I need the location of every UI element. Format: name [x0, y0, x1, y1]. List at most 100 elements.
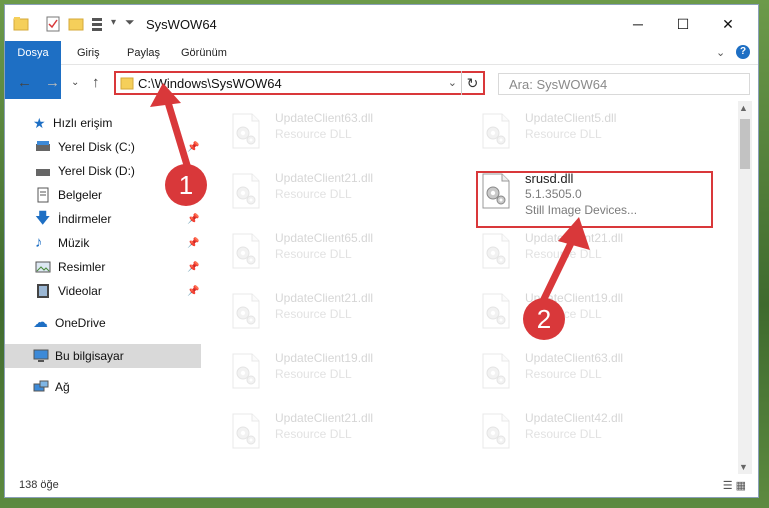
download-icon: 🡇 — [35, 210, 51, 227]
maximize-button[interactable]: ☐ — [661, 11, 705, 37]
file-name: UpdateClient65.dll — [275, 231, 374, 245]
arrow-overlay — [135, 81, 136, 82]
file-list: UpdateClient63.dll Resource DLL UpdateClie… — [165, 101, 737, 474]
address-bar[interactable]: C:\Windows\SysWOW64 ⌄ ↻ — [114, 71, 485, 95]
sidebar-item-onedrive[interactable]: ☁ OneDrive — [5, 311, 201, 335]
sidebar-item-label: Hızlı erişim — [53, 116, 113, 130]
address-dropdown-icon[interactable]: ⌄ — [448, 76, 457, 89]
explorer-window: ▾ ⏷ SysWOW64 ─ ☐ ✕ Dosya Giriş Paylaş Gö… — [4, 4, 759, 498]
sidebar-item-label: Yerel Disk (C:) — [58, 140, 135, 154]
sidebar-item-local-disk-c[interactable]: Yerel Disk (C:) 📌 — [5, 135, 201, 159]
close-icon: ✕ — [722, 15, 734, 32]
drive-icon — [36, 169, 50, 176]
back-button[interactable]: ← — [17, 74, 32, 91]
properties-icon[interactable] — [45, 15, 61, 33]
up-button[interactable]: ↑ — [92, 74, 100, 91]
file-item[interactable]: UpdateClient19.dllResource DLL — [205, 345, 445, 403]
file-item[interactable]: UpdateClient5.dll Resource DLL — [455, 105, 695, 163]
file-item[interactable]: UpdateClient21.dll Resource DLL — [205, 165, 445, 223]
file-description: Resource DLL — [525, 367, 602, 381]
file-item[interactable]: UpdateClient21.dll Resource DLL — [455, 225, 695, 283]
file-name: UpdateClient21.dll — [275, 291, 374, 305]
sidebar-item-label: Yerel Disk (D:) — [58, 164, 135, 178]
status-bar: 138 öğe ☰ ▦ — [5, 475, 758, 497]
dll-file-icon — [482, 113, 510, 149]
minimize-button[interactable]: ─ — [616, 11, 660, 37]
vertical-scrollbar[interactable]: ▲ ▼ — [738, 101, 752, 474]
tab-share[interactable]: Paylaş — [115, 41, 172, 65]
sidebar-item-downloads[interactable]: 🡇 İndirmeler 📌 — [5, 207, 201, 231]
music-icon: ♪ — [35, 234, 43, 251]
item-count: 138 öğe — [19, 479, 59, 491]
pin-icon: 📌 — [187, 213, 200, 225]
recent-locations-icon[interactable]: ⌄ — [71, 77, 79, 88]
file-name: UpdateClient42.dll — [525, 411, 624, 425]
file-item[interactable]: UpdateClient21.dll Resource DLL — [205, 285, 445, 343]
title-bar: ▾ ⏷ SysWOW64 ─ ☐ ✕ — [5, 5, 758, 41]
navigation-bar: ← → ⌄ ↑ C:\Windows\SysWOW64 ⌄ ↻ Ara: Sys… — [5, 65, 758, 101]
expand-ribbon-icon[interactable]: ⌄ — [716, 46, 725, 59]
sidebar-item-this-pc[interactable]: Bu bilgisayar — [5, 344, 201, 368]
file-description: Resource DLL — [275, 307, 352, 321]
sidebar-item-pictures[interactable]: Resimler 📌 — [5, 255, 201, 279]
new-folder-icon[interactable] — [68, 15, 84, 33]
refresh-button[interactable]: ↻ — [461, 71, 483, 95]
pictures-icon — [35, 261, 51, 273]
dll-file-icon — [482, 293, 510, 329]
network-icon — [33, 380, 49, 392]
quick-access-toolbar-icon[interactable]: ⏷ — [125, 15, 135, 30]
scroll-up-icon[interactable]: ▲ — [739, 103, 748, 113]
navigation-pane: ★ Hızlı erişim Yerel Disk (C:) 📌 Yerel D… — [5, 101, 201, 474]
file-description: Resource DLL — [275, 247, 352, 261]
dll-file-icon — [232, 233, 260, 269]
file-item[interactable]: UpdateClient65.dll Resource DLL — [205, 225, 445, 283]
sidebar-item-music[interactable]: ♪ Müzik 📌 — [5, 231, 201, 255]
file-name: UpdateClient5.dll — [525, 111, 617, 125]
dll-file-icon — [482, 353, 510, 389]
search-input[interactable]: Ara: SysWOW64 — [498, 73, 750, 95]
dll-file-icon — [232, 293, 260, 329]
star-icon: ★ — [33, 115, 46, 131]
view-toggle-icons[interactable]: ☰ ▦ — [723, 479, 746, 492]
file-description: Resource DLL — [275, 187, 352, 201]
file-description: Resource DLL — [275, 427, 352, 441]
documents-icon — [37, 187, 49, 203]
tab-view[interactable]: Görünüm — [169, 41, 239, 65]
file-description: Resource DLL — [275, 367, 352, 381]
help-icon[interactable]: ? — [736, 45, 750, 59]
file-item[interactable]: UpdateClient21.dll Resource DLL — [205, 405, 445, 463]
tab-home[interactable]: Giriş — [65, 41, 112, 65]
dll-file-icon — [482, 233, 510, 269]
step-badge-2: 2 — [523, 298, 565, 340]
sidebar-item-label: Resimler — [58, 260, 106, 274]
file-description: Resource DLL — [275, 127, 352, 141]
file-item[interactable]: UpdateClient42.dll Resource DLL — [455, 405, 695, 463]
dll-file-icon — [232, 113, 260, 149]
close-button[interactable]: ✕ — [706, 11, 750, 37]
videos-icon — [37, 284, 49, 298]
sidebar-item-quick-access[interactable]: ★ Hızlı erişim — [5, 111, 201, 135]
sidebar-item-label: Videolar — [58, 284, 102, 298]
file-name: UpdateClient63.dll — [275, 111, 374, 125]
pin-icon: 📌 — [187, 141, 200, 153]
customize-icon[interactable] — [91, 15, 109, 33]
sidebar-item-videos[interactable]: Videolar 📌 — [5, 279, 201, 303]
scroll-thumb[interactable] — [740, 119, 750, 169]
folder-icon — [120, 77, 134, 90]
chevron-down-icon[interactable]: ▾ — [111, 17, 116, 28]
dll-file-icon — [232, 413, 260, 449]
forward-button[interactable]: → — [45, 74, 60, 91]
file-item[interactable]: UpdateClient63.dll Resource DLL — [205, 105, 445, 163]
file-item[interactable]: UpdateClient63.dll Resource DLL — [455, 345, 695, 403]
scroll-down-icon[interactable]: ▼ — [739, 462, 748, 472]
file-description: Resource DLL — [525, 127, 602, 141]
window-title: SysWOW64 — [146, 17, 217, 32]
cloud-icon: ☁ — [33, 314, 48, 331]
computer-icon — [33, 349, 49, 362]
file-name: UpdateClient21.dll — [275, 411, 374, 425]
sidebar-item-network[interactable]: Ağ — [5, 375, 201, 399]
file-description: Resource DLL — [525, 427, 602, 441]
maximize-icon: ☐ — [676, 15, 690, 32]
file-item[interactable]: UpdateClient19.dllResource DLL — [455, 285, 695, 343]
pin-icon: 📌 — [187, 237, 200, 249]
